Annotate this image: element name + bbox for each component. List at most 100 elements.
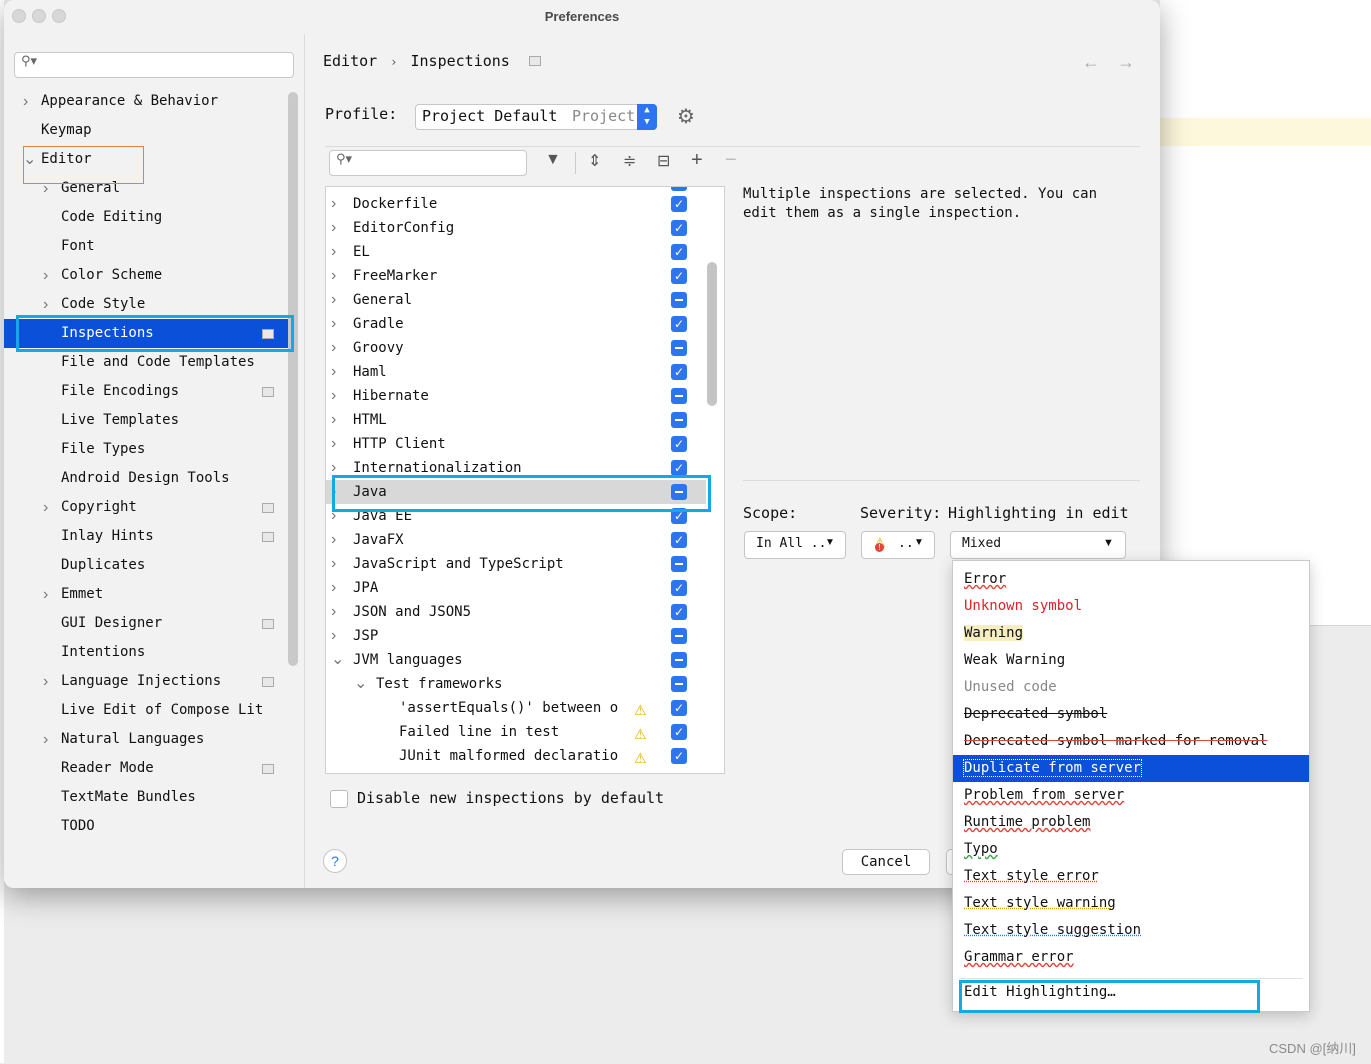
inspection-row-html[interactable]: › HTML: [326, 408, 706, 432]
inspection-row-el[interactable]: › EL ✓: [326, 240, 706, 264]
highlight-option-typo[interactable]: Typo: [964, 836, 998, 863]
collapse-all-icon[interactable]: ≑: [623, 151, 636, 171]
gear-icon[interactable]: ⚙: [677, 104, 695, 129]
chevron-right-icon[interactable]: ›: [43, 261, 48, 290]
sidebar-item-live-edit-of-compose-lit[interactable]: Live Edit of Compose Lit: [4, 696, 289, 725]
profile-select[interactable]: Project Default Project ▲ ▼: [415, 104, 657, 130]
scope-select[interactable]: In All .. ▼: [744, 531, 846, 559]
partial-checkbox[interactable]: [671, 652, 687, 668]
highlight-option-runtime-problem[interactable]: Runtime problem: [964, 809, 1090, 836]
sidebar-item-intentions[interactable]: Intentions: [4, 638, 289, 667]
inspection-row-jsp[interactable]: › JSP: [326, 624, 706, 648]
checked-checkbox[interactable]: ✓: [671, 364, 687, 380]
checked-checkbox[interactable]: ✓: [671, 532, 687, 548]
inspection-row-javascript-and-typescript[interactable]: › JavaScript and TypeScript: [326, 552, 706, 576]
partial-checkbox[interactable]: [671, 412, 687, 428]
inspection-row-jpa[interactable]: › JPA ✓: [326, 576, 706, 600]
checked-checkbox[interactable]: ✓: [671, 700, 687, 716]
sidebar-item-copyright[interactable]: › Copyright: [4, 493, 289, 522]
chevron-right-icon[interactable]: ›: [331, 336, 336, 360]
inspection-row-json-and-json5[interactable]: › JSON and JSON5 ✓: [326, 600, 706, 624]
chevron-right-icon[interactable]: ›: [43, 667, 48, 696]
inspection-row-gradle[interactable]: › Gradle ✓: [326, 312, 706, 336]
highlight-option-grammar-error[interactable]: Grammar error: [964, 944, 1074, 971]
highlight-option-warning[interactable]: Warning: [964, 620, 1024, 647]
sidebar-scrollbar[interactable]: [288, 92, 298, 666]
chevron-right-icon[interactable]: ›: [23, 87, 28, 116]
sidebar-item-inlay-hints[interactable]: Inlay Hints: [4, 522, 289, 551]
add-icon[interactable]: +: [691, 149, 703, 172]
inspection-search-input[interactable]: ⚲▾: [329, 150, 527, 176]
sidebar-item-code-editing[interactable]: Code Editing: [4, 203, 289, 232]
highlight-option-duplicate-from-server[interactable]: Duplicate from server: [953, 755, 1309, 782]
checked-checkbox[interactable]: ✓: [671, 748, 687, 764]
sidebar-item-todo[interactable]: TODO: [4, 812, 289, 841]
severity-select[interactable]: ⚠ ! .. ▼: [861, 531, 935, 559]
sidebar-item-font[interactable]: Font: [4, 232, 289, 261]
sidebar-item-emmet[interactable]: › Emmet: [4, 580, 289, 609]
inspection-row-haml[interactable]: › Haml ✓: [326, 360, 706, 384]
highlight-option-text-style-error[interactable]: Text style error: [964, 863, 1099, 890]
partial-checkbox[interactable]: [671, 628, 687, 644]
sidebar-item-natural-languages[interactable]: › Natural Languages: [4, 725, 289, 754]
chevron-right-icon[interactable]: ›: [331, 192, 336, 216]
sidebar-item-color-scheme[interactable]: › Color Scheme: [4, 261, 289, 290]
highlight-option-deprecated-symbol-marked-for-removal[interactable]: Deprecated symbol marked for removal: [964, 728, 1267, 755]
sidebar-item-keymap[interactable]: Keymap: [4, 116, 289, 145]
highlight-option-deprecated-symbol[interactable]: Deprecated symbol: [964, 701, 1107, 728]
chevron-right-icon[interactable]: ›: [331, 528, 336, 552]
checked-checkbox[interactable]: ✓: [671, 604, 687, 620]
chevron-right-icon[interactable]: ›: [331, 312, 336, 336]
chevron-right-icon[interactable]: ›: [331, 432, 336, 456]
sidebar-item-reader-mode[interactable]: Reader Mode: [4, 754, 289, 783]
checked-checkbox[interactable]: ✓: [671, 244, 687, 260]
reset-icon[interactable]: ⊟: [657, 151, 670, 171]
inspection-row-jvm-languages[interactable]: ⌄ JVM languages: [326, 648, 706, 672]
breadcrumb-editor[interactable]: Editor: [323, 52, 377, 70]
inspection-tree-scrollbar[interactable]: [707, 262, 717, 406]
remove-icon[interactable]: −: [725, 149, 737, 172]
sidebar-item-duplicates[interactable]: Duplicates: [4, 551, 289, 580]
inspection-checkbox[interactable]: [671, 187, 687, 191]
highlight-option-unknown-symbol[interactable]: Unknown symbol: [964, 593, 1082, 620]
inspection-row-assertequals-between-o[interactable]: 'assertEquals()' between o ⚠ ✓: [326, 696, 706, 720]
sidebar-item-file-encodings[interactable]: File Encodings: [4, 377, 289, 406]
checked-checkbox[interactable]: ✓: [671, 580, 687, 596]
chevron-right-icon[interactable]: ›: [331, 624, 336, 648]
partial-checkbox[interactable]: [671, 340, 687, 356]
highlight-option-unused-code[interactable]: Unused code: [964, 674, 1057, 701]
back-arrow-icon[interactable]: ←: [1082, 52, 1100, 73]
chevron-right-icon[interactable]: ›: [43, 493, 48, 522]
sidebar-item-textmate-bundles[interactable]: TextMate Bundles: [4, 783, 289, 812]
highlight-option-text-style-warning[interactable]: Text style warning: [964, 890, 1116, 917]
inspection-row-general[interactable]: › General: [326, 288, 706, 312]
chevron-right-icon[interactable]: ›: [331, 264, 336, 288]
chevron-down-icon[interactable]: ⌄: [331, 648, 344, 672]
highlight-option-problem-from-server[interactable]: Problem from server: [964, 782, 1124, 809]
sidebar-item-language-injections[interactable]: › Language Injections: [4, 667, 289, 696]
chevron-right-icon[interactable]: ›: [43, 725, 48, 754]
checked-checkbox[interactable]: ✓: [671, 316, 687, 332]
inspection-row-groovy[interactable]: › Groovy: [326, 336, 706, 360]
chevron-right-icon[interactable]: ›: [331, 576, 336, 600]
chevron-right-icon[interactable]: ›: [43, 580, 48, 609]
highlight-option-text-style-suggestion[interactable]: Text style suggestion: [964, 917, 1141, 944]
cancel-button[interactable]: Cancel: [842, 849, 930, 875]
inspection-row-test-frameworks[interactable]: ⌄ Test frameworks: [326, 672, 706, 696]
inspection-row-dockerfile[interactable]: › Dockerfile ✓: [326, 192, 706, 216]
checked-checkbox[interactable]: ✓: [671, 268, 687, 284]
checked-checkbox[interactable]: ✓: [671, 724, 687, 740]
chevron-right-icon[interactable]: ›: [331, 552, 336, 576]
partial-checkbox[interactable]: [671, 676, 687, 692]
sidebar-item-android-design-tools[interactable]: Android Design Tools: [4, 464, 289, 493]
disable-new-checkbox[interactable]: [330, 790, 348, 808]
chevron-right-icon[interactable]: ›: [331, 288, 336, 312]
chevron-right-icon[interactable]: ›: [331, 600, 336, 624]
partial-checkbox[interactable]: [671, 292, 687, 308]
partial-checkbox[interactable]: [671, 388, 687, 404]
sidebar-item-file-and-code-templates[interactable]: File and Code Templates: [4, 348, 289, 377]
chevron-right-icon[interactable]: ›: [331, 408, 336, 432]
partial-checkbox[interactable]: [671, 556, 687, 572]
inspection-row-junit-malformed-declaratio[interactable]: JUnit malformed declaratio ⚠ ✓: [326, 744, 706, 768]
chevron-right-icon[interactable]: ›: [331, 384, 336, 408]
